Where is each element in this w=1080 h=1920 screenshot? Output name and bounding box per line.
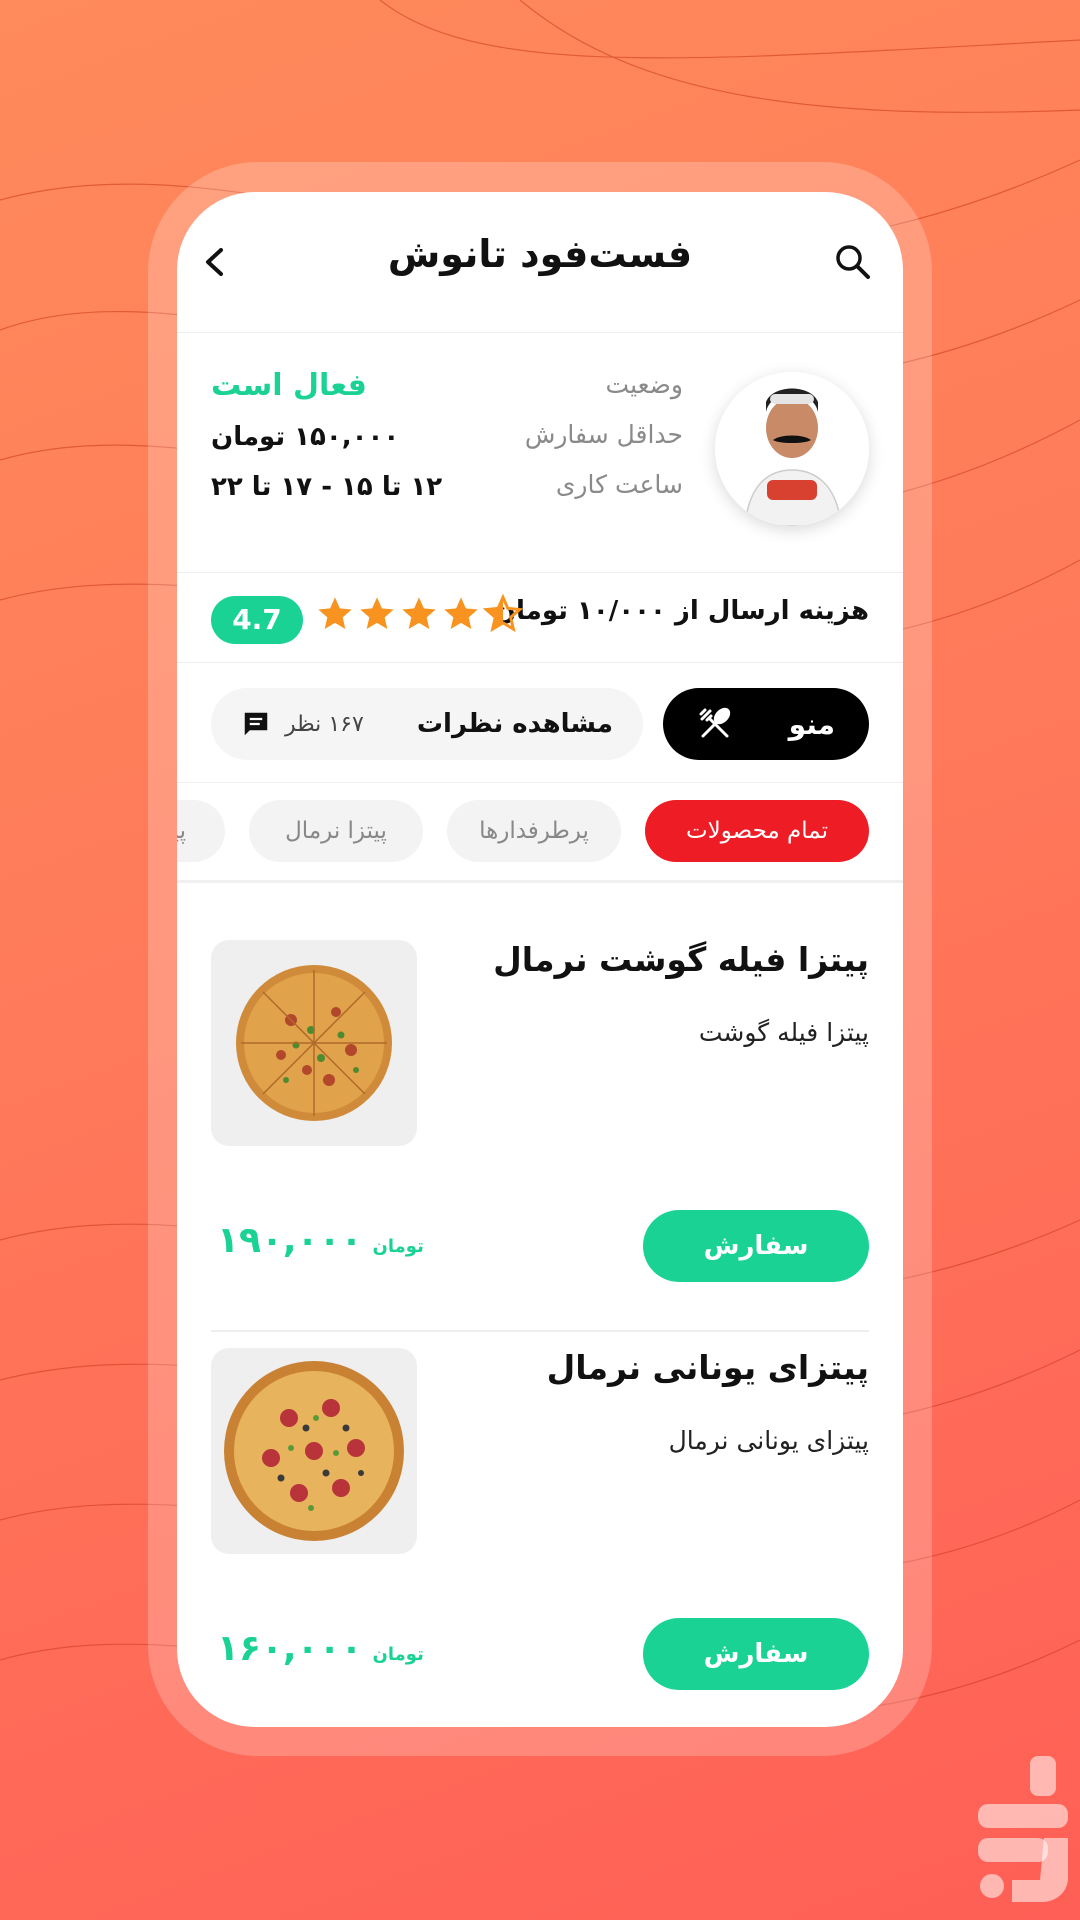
star-icon	[402, 597, 436, 629]
product-description: پیتزا فیله گوشت	[698, 1018, 869, 1047]
product-image	[211, 940, 417, 1146]
chip-all-products[interactable]: تمام محصولات	[645, 800, 869, 862]
restaurant-info: وضعیت حداقل سفارش ساعت کاری فعال است ۱۵۰…	[177, 332, 903, 573]
reviews-count: ۱۶۷ نظر	[241, 709, 364, 739]
star-icon	[444, 597, 478, 629]
app-header: فست‌فود تانوش	[177, 192, 903, 333]
cutlery-icon	[699, 707, 731, 738]
product-name: پیتزا فیله گوشت نرمال	[493, 940, 869, 979]
page-title: فست‌فود تانوش	[387, 232, 693, 276]
status-label: وضعیت	[605, 370, 683, 399]
product-name: پیتزای یونانی نرمال	[546, 1348, 869, 1387]
min-order-value: ۱۵۰,۰۰۰ تومان	[211, 422, 400, 452]
product-description: پیتزای یونانی نرمال	[668, 1426, 869, 1455]
reviews-count-text: ۱۶۷ نظر	[285, 711, 364, 737]
order-button[interactable]: سفارش	[643, 1210, 869, 1282]
rating-stars	[315, 594, 523, 640]
star-icon	[360, 597, 394, 629]
back-button[interactable]	[185, 232, 245, 292]
price-currency: تومان	[372, 1644, 424, 1665]
chip-popular[interactable]: پرطرفدارها	[447, 800, 621, 862]
pizza-image	[224, 1361, 404, 1541]
comment-icon	[244, 712, 268, 736]
pizza-image	[236, 965, 392, 1121]
tab-reviews[interactable]: مشاهده نظرات ۱۶۷ نظر	[211, 688, 643, 760]
rating-badge: 4.7	[211, 596, 303, 644]
product-card: پیتزای یونانی نرمال پیتزای یونانی نرمال …	[177, 1288, 903, 1690]
product-image	[211, 1348, 417, 1554]
back-arrow-icon	[206, 248, 223, 276]
hours-value: ۱۲ تا ۱۵ - ۱۷ تا ۲۲	[211, 472, 443, 502]
tab-reviews-label: مشاهده نظرات	[416, 709, 613, 739]
phone-screen: فست‌فود تانوش وضعیت حداقل سفارش ساعت کار…	[177, 192, 903, 1727]
restaurant-avatar	[715, 372, 869, 526]
price-value: ۱۹۰,۰۰۰	[217, 1220, 363, 1261]
chip-pizza-partial[interactable]: پیتز	[177, 800, 225, 862]
min-order-label: حداقل سفارش	[524, 420, 683, 449]
watermark-logo	[978, 1756, 1068, 1902]
order-button[interactable]: سفارش	[643, 1618, 869, 1690]
product-card: پیتزا فیله گوشت نرمال پیتزا فیله گوشت سف…	[177, 880, 903, 1282]
half-star-icon	[483, 594, 523, 633]
chef-avatar-image	[715, 372, 869, 526]
tab-menu[interactable]: منو	[663, 688, 869, 760]
hours-label: ساعت کاری	[555, 470, 683, 499]
view-tabs: منو مشاهده نظرات ۱۶۷ نظر	[177, 662, 903, 783]
price-value: ۱۶۰,۰۰۰	[217, 1628, 363, 1669]
product-price: تومان ۱۶۰,۰۰۰	[217, 1628, 424, 1669]
chip-normal-pizza[interactable]: پیتزا نرمال	[249, 800, 423, 862]
category-chips: تمام محصولات پرطرفدارها پیتزا نرمال پیتز	[177, 788, 903, 883]
product-price: تومان ۱۹۰,۰۰۰	[217, 1220, 424, 1261]
tab-menu-label: منو	[788, 707, 835, 741]
price-currency: تومان	[372, 1236, 424, 1257]
delivery-cost: هزینه ارسال از ۱۰/۰۰۰ تومان	[493, 596, 869, 626]
star-icon	[318, 597, 352, 629]
status-value: فعال است	[211, 368, 367, 403]
delivery-row: هزینه ارسال از ۱۰/۰۰۰ تومان 4.7	[177, 572, 903, 663]
